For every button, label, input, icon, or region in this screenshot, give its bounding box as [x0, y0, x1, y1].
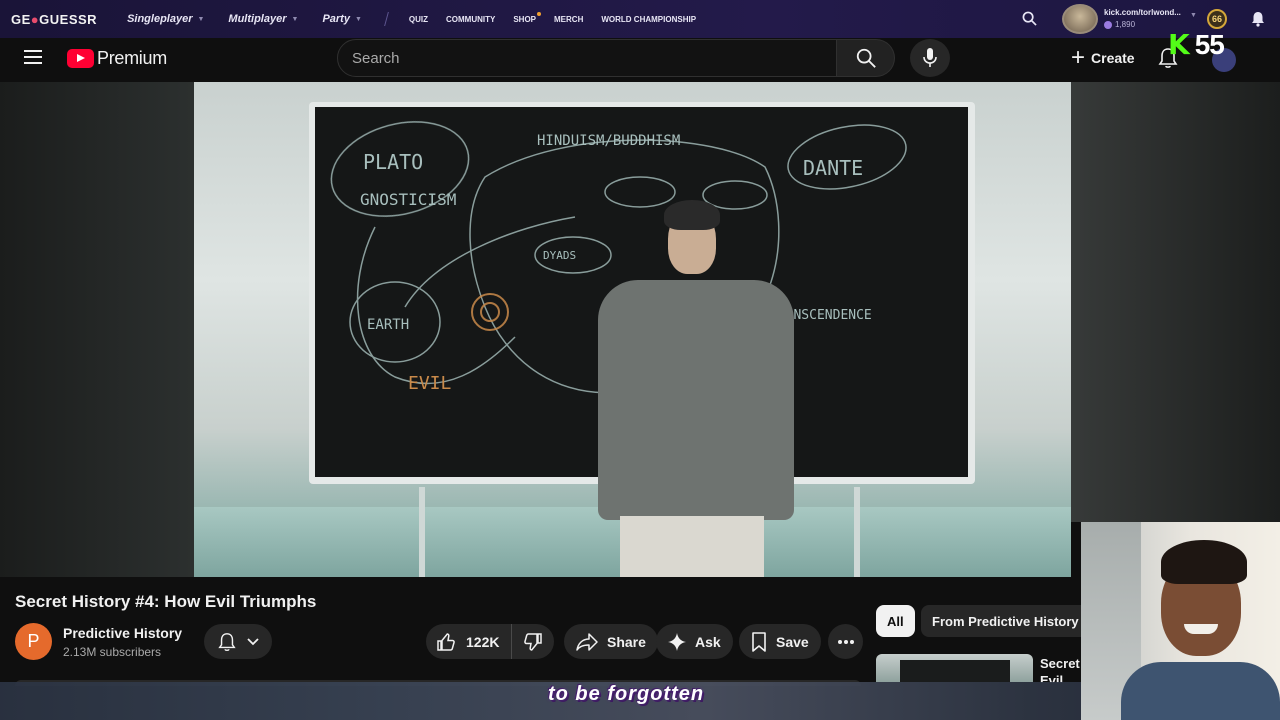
create-label: Create [1091, 50, 1135, 66]
streamer-smile [1184, 624, 1218, 634]
nav-divider [384, 12, 389, 26]
nav-shop[interactable]: SHOP [513, 11, 542, 24]
save-label: Save [776, 633, 809, 650]
search-input[interactable]: Search [337, 39, 837, 77]
ask-label: Ask [695, 633, 721, 650]
avatar[interactable] [1062, 4, 1098, 34]
live-caption: to be forgotten [548, 683, 705, 705]
nav-quiz[interactable]: QUIZ [409, 15, 428, 24]
board-word: DYADS [543, 249, 576, 262]
presenter-legs [620, 516, 764, 577]
more-actions-button[interactable] [828, 624, 863, 659]
streamer-webcam [1081, 522, 1280, 720]
chevron-down-icon[interactable]: ▼ [1190, 12, 1197, 19]
share-button[interactable]: Share [564, 624, 658, 659]
related-video-thumbnail[interactable] [876, 654, 1033, 682]
search-icon[interactable] [1022, 11, 1037, 31]
subscriber-count: 2.13M subscribers [63, 645, 162, 659]
chevron-down-icon: ▼ [354, 15, 362, 23]
nav-label: Singleplayer [127, 13, 193, 25]
board-word: EVIL [408, 373, 452, 394]
plus-icon: + [1071, 44, 1086, 71]
level-badge: 66 [1207, 9, 1227, 29]
board-leg [854, 487, 860, 577]
nav-merch[interactable]: MERCH [554, 15, 583, 24]
pin-icon: ● [30, 11, 40, 27]
menu-icon[interactable] [24, 50, 42, 64]
channel-avatar[interactable]: P [15, 623, 52, 660]
nav-label: Party [322, 13, 350, 25]
chip-from-channel[interactable]: From Predictive History [921, 605, 1090, 637]
like-count: 122K [466, 633, 500, 650]
logo-text-start: GE [11, 11, 31, 27]
coin-icon [1104, 20, 1112, 29]
dislike-button[interactable] [512, 632, 554, 652]
kick-viewer-badge: K 55 [1168, 28, 1225, 61]
bell-icon[interactable] [1251, 11, 1265, 32]
bookmark-icon [752, 631, 766, 652]
save-button[interactable]: Save [739, 624, 821, 659]
share-label: Share [607, 633, 646, 650]
related-video-title[interactable]: Secret Evil [1040, 655, 1080, 683]
nav-multiplayer[interactable]: Multiplayer ▼ [228, 13, 298, 25]
more-horizontal-icon [837, 639, 854, 644]
bell-icon [218, 632, 236, 651]
user-info[interactable]: kick.com/torlwond... 1,890 [1104, 8, 1181, 29]
thumbs-down-icon [524, 632, 542, 651]
nav-label: SHOP [513, 14, 537, 24]
presenter-hair [664, 200, 720, 230]
board-leg [419, 487, 425, 577]
like-dislike-group: 122K [426, 624, 554, 659]
share-icon [576, 632, 598, 651]
geoguessr-nav: Singleplayer ▼ Multiplayer ▼ Party ▼ QUIZ C… [127, 11, 714, 26]
kick-logo-icon: K [1168, 28, 1190, 61]
subscription-bell-button[interactable] [204, 624, 272, 659]
board-word: EARTH [367, 317, 409, 333]
logo-text: Premium [97, 48, 167, 68]
streamer-body [1121, 662, 1280, 720]
video-player[interactable]: PLATO GNOSTICISM HINDUISM/BUDDHISM DANTE… [194, 82, 1071, 577]
sparkle-icon [668, 632, 686, 651]
chip-all[interactable]: All [876, 605, 915, 637]
chevron-down-icon: ▼ [291, 15, 299, 23]
nav-world-championship[interactable]: WORLD CHAMPIONSHIP [601, 15, 696, 24]
notification-dot [537, 11, 542, 16]
nav-community[interactable]: COMMUNITY [446, 15, 495, 24]
ask-button[interactable]: Ask [656, 624, 733, 659]
youtube-play-icon [67, 49, 94, 68]
chevron-down-icon: ▼ [197, 15, 205, 23]
create-button[interactable]: + Create [1058, 40, 1148, 76]
video-title: Secret History #4: How Evil Triumphs [15, 592, 317, 611]
board-word: PLATO [363, 150, 423, 174]
geoguessr-bar: GE●GUESSR Singleplayer ▼ Multiplayer ▼ Par… [0, 0, 1280, 38]
viewer-count: 55 [1194, 28, 1225, 60]
board-word: GNOSTICISM [360, 190, 456, 209]
microphone-icon [923, 48, 937, 67]
player-backdrop-right [1071, 82, 1280, 522]
search-placeholder: Search [352, 49, 400, 67]
thumbs-up-icon [437, 632, 455, 651]
presenter-body [598, 280, 794, 520]
board-word: DANTE [803, 156, 863, 180]
voice-search-button[interactable] [910, 39, 950, 77]
xp-value: 1,890 [1115, 20, 1136, 29]
user-name: kick.com/torlwond... [1104, 8, 1181, 17]
chevron-down-icon [247, 637, 259, 645]
youtube-premium-logo[interactable]: Premium [67, 48, 167, 69]
board-word: HINDUISM/BUDDHISM [537, 133, 680, 149]
search-button[interactable] [837, 39, 895, 77]
logo-text-end: GUESSR [39, 11, 98, 27]
search-icon [856, 48, 876, 68]
nav-party[interactable]: Party ▼ [322, 13, 361, 25]
streamer-hair [1161, 540, 1247, 584]
nav-label: Multiplayer [228, 13, 287, 25]
nav-singleplayer[interactable]: Singleplayer ▼ [127, 13, 204, 25]
youtube-header: Premium Search + Create K 55 [0, 28, 1280, 242]
player-backdrop-left [0, 82, 194, 577]
channel-name[interactable]: Predictive History [63, 625, 182, 641]
geoguessr-logo[interactable]: GE●GUESSR [11, 12, 97, 27]
like-button[interactable]: 122K [426, 624, 512, 659]
